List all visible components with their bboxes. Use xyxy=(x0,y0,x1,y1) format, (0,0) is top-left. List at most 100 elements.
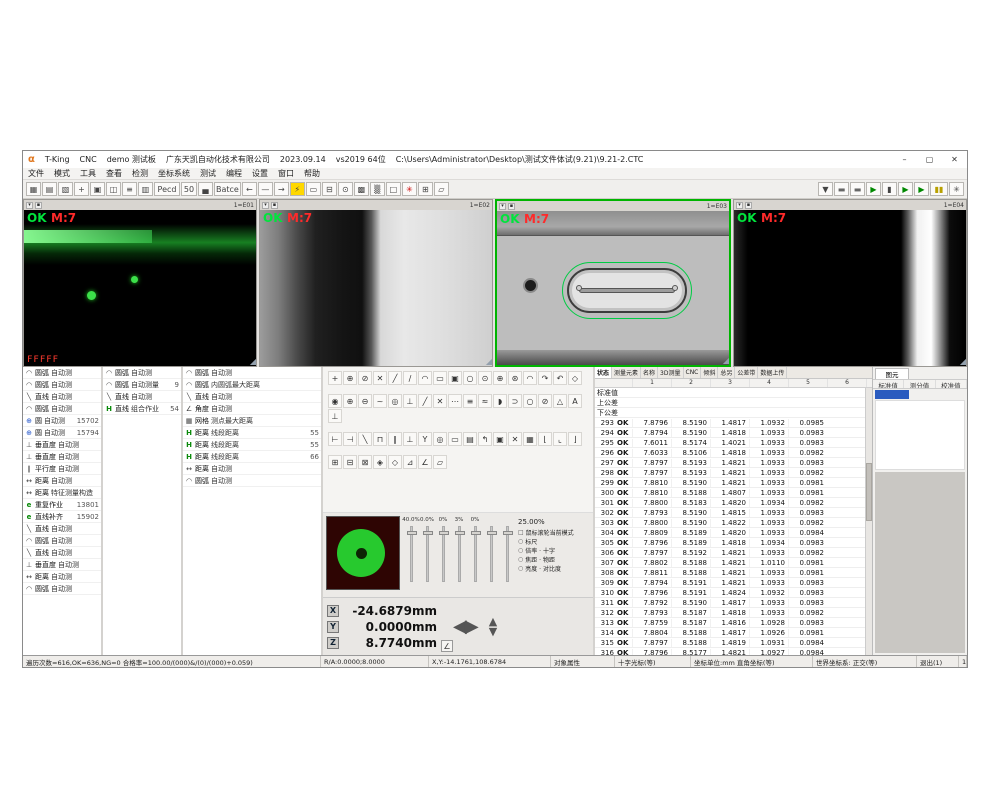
light-option[interactable]: ○亮度 · 对比度 xyxy=(518,564,590,573)
list-item[interactable]: ◠圆弧自动测 xyxy=(183,367,321,379)
camera-view-1[interactable]: ▾ ▪ 1=E01 OK M:7 FFFFF ◢ xyxy=(23,199,257,367)
menu-item[interactable]: 帮助 xyxy=(299,168,325,179)
toolbar-button[interactable]: + xyxy=(74,182,89,196)
table-tab[interactable]: 公差带 xyxy=(735,367,758,378)
table-row[interactable]: 302OK7.87938.51901.48151.09330.0983 xyxy=(595,508,872,518)
tool-icon[interactable]: ⊘ xyxy=(358,371,372,385)
toolbar-button[interactable]: ▶ xyxy=(866,182,881,196)
tool-icon[interactable]: ≈ xyxy=(478,394,492,408)
table-row[interactable]: 299OK7.88108.51901.48211.09330.0981 xyxy=(595,478,872,488)
toolbar-button[interactable]: ▬ xyxy=(850,182,865,196)
table-row[interactable]: 300OK7.88108.51881.48071.09330.0981 xyxy=(595,488,872,498)
table-row[interactable]: 310OK7.87968.51911.48241.09320.0983 xyxy=(595,588,872,598)
list-item[interactable]: e重复作业13801 xyxy=(23,499,101,511)
list-item[interactable]: ↔距离特征测量构造 xyxy=(23,487,101,499)
menu-item[interactable]: 编程 xyxy=(221,168,247,179)
table-row[interactable]: 301OK7.88008.51831.48201.09340.0982 xyxy=(595,498,872,508)
scrollbar-thumb[interactable] xyxy=(866,463,872,522)
toolbar-button[interactable]: Pecd xyxy=(154,182,180,196)
menu-item[interactable]: 模式 xyxy=(49,168,75,179)
menu-item[interactable]: 坐标系统 xyxy=(153,168,195,179)
tool-icon[interactable]: ⊞ xyxy=(328,455,342,469)
menu-item[interactable]: 查看 xyxy=(101,168,127,179)
light-slider[interactable]: 40.0% xyxy=(405,517,417,582)
table-row[interactable]: 316OK7.87968.51771.48211.09270.0984 xyxy=(595,648,872,655)
list-item[interactable]: ∥平行度自动测 xyxy=(23,463,101,475)
menu-item[interactable]: 检测 xyxy=(127,168,153,179)
list-item[interactable]: ⊕圆自动测15794 xyxy=(23,427,101,439)
tool-icon[interactable]: △ xyxy=(553,394,567,408)
slider-thumb[interactable] xyxy=(487,531,497,535)
toolbar-button[interactable]: ← xyxy=(242,182,257,196)
slider-thumb[interactable] xyxy=(471,531,481,535)
list-item[interactable]: ◠圆弧自动测量9 xyxy=(103,379,181,391)
tool-icon[interactable]: ◎ xyxy=(388,394,402,408)
table-row[interactable]: 308OK7.88118.51881.48211.09330.0981 xyxy=(595,568,872,578)
table-row[interactable]: 307OK7.88028.51881.48211.01100.0981 xyxy=(595,558,872,568)
tool-icon[interactable]: ◇ xyxy=(388,455,402,469)
resize-grip-icon[interactable]: ◢ xyxy=(486,357,492,366)
toolbar-button[interactable]: ▄ xyxy=(198,182,213,196)
tool-icon[interactable]: ▤ xyxy=(463,432,477,446)
table-row[interactable]: 297OK7.87978.51931.48211.09330.0983 xyxy=(595,458,872,468)
light-slider[interactable]: 0% xyxy=(469,517,481,582)
list-item[interactable]: ⊥垂直度自动测 xyxy=(23,439,101,451)
camera-menu-icon[interactable]: ▾ xyxy=(736,202,743,209)
radio-icon[interactable]: ○ xyxy=(518,565,523,572)
toolbar-button[interactable]: ◫ xyxy=(106,182,121,196)
toolbar-button[interactable]: ▤ xyxy=(42,182,57,196)
tool-icon[interactable]: ╱ xyxy=(388,371,402,385)
tool-icon[interactable]: ○ xyxy=(523,394,537,408)
jog-y-icon[interactable]: ▲▼ xyxy=(489,617,497,637)
toolbar-button[interactable]: ▦ xyxy=(26,182,41,196)
table-row[interactable]: 314OK7.88048.51881.48171.09260.0981 xyxy=(595,628,872,638)
toolbar-button[interactable]: ⊟ xyxy=(322,182,337,196)
tool-icon[interactable]: ╱ xyxy=(418,394,432,408)
tool-icon[interactable]: ∥ xyxy=(388,432,402,446)
tool-icon[interactable]: ⋯ xyxy=(448,394,462,408)
tool-icon[interactable]: ◉ xyxy=(328,394,342,408)
table-tab[interactable]: 名称 xyxy=(641,367,658,378)
toolbar-button[interactable]: ▧ xyxy=(58,182,73,196)
toolbar-button[interactable]: — xyxy=(258,182,273,196)
light-slider[interactable]: 0% xyxy=(437,517,449,582)
radio-icon[interactable]: ○ xyxy=(518,538,523,545)
tool-icon[interactable]: ⊃ xyxy=(508,394,522,408)
list-item[interactable]: ∠角度自动测 xyxy=(183,403,321,415)
table-tab[interactable]: 总另 xyxy=(718,367,735,378)
tool-icon[interactable]: ⊘ xyxy=(538,394,552,408)
table-scrollbar[interactable] xyxy=(865,388,872,655)
tool-icon[interactable]: ↰ xyxy=(478,432,492,446)
toolbar-button[interactable]: ▩ xyxy=(354,182,369,196)
table-row[interactable]: 295OK7.60118.51741.40211.09330.0983 xyxy=(595,438,872,448)
list-item[interactable]: ↔距离自动测 xyxy=(23,571,101,583)
tool-icon[interactable]: ⊥ xyxy=(403,394,417,408)
camera-pin-icon[interactable]: ▪ xyxy=(508,203,515,210)
tool-icon[interactable]: ≡ xyxy=(463,394,477,408)
toolbar-button[interactable]: ▮▮ xyxy=(930,182,948,196)
jog-x-icon[interactable]: ◀▶ xyxy=(453,616,477,637)
list-item[interactable]: ↔距离自动测 xyxy=(183,463,321,475)
minimize-button[interactable]: – xyxy=(897,155,912,164)
tool-icon[interactable]: ⊕ xyxy=(493,371,507,385)
camera-pin-icon[interactable]: ▪ xyxy=(35,202,42,209)
toolbar-button[interactable]: ▼ xyxy=(818,182,833,196)
menu-item[interactable]: 工具 xyxy=(75,168,101,179)
tool-icon[interactable]: ↷ xyxy=(538,371,552,385)
list-item[interactable]: ╲直线自动测 xyxy=(183,391,321,403)
camera-view-2[interactable]: ▾ ▪ 1=E02 OK M:7 ◢ xyxy=(259,199,493,367)
resize-grip-icon[interactable]: ◢ xyxy=(723,356,729,365)
tool-icon[interactable]: ◗ xyxy=(493,394,507,408)
table-tab[interactable]: 倾斜 xyxy=(701,367,718,378)
tool-icon[interactable]: ◎ xyxy=(433,432,447,446)
table-row[interactable]: 294OK7.87948.51901.48181.09330.0983 xyxy=(595,428,872,438)
radio-icon[interactable]: ○ xyxy=(518,547,523,554)
toolbar-button[interactable]: ▣ xyxy=(90,182,105,196)
toolbar-button[interactable]: ⊙ xyxy=(338,182,353,196)
toolbar-button[interactable]: ▒ xyxy=(370,182,385,196)
tool-icon[interactable]: ╲ xyxy=(358,432,372,446)
table-pre-row[interactable]: 下公差 xyxy=(595,408,872,418)
list-item[interactable]: ⊥垂直度自动测 xyxy=(23,559,101,571)
toolbar-button[interactable]: ⊞ xyxy=(418,182,433,196)
table-row[interactable]: 293OK7.87968.51901.48171.09320.0985 xyxy=(595,418,872,428)
